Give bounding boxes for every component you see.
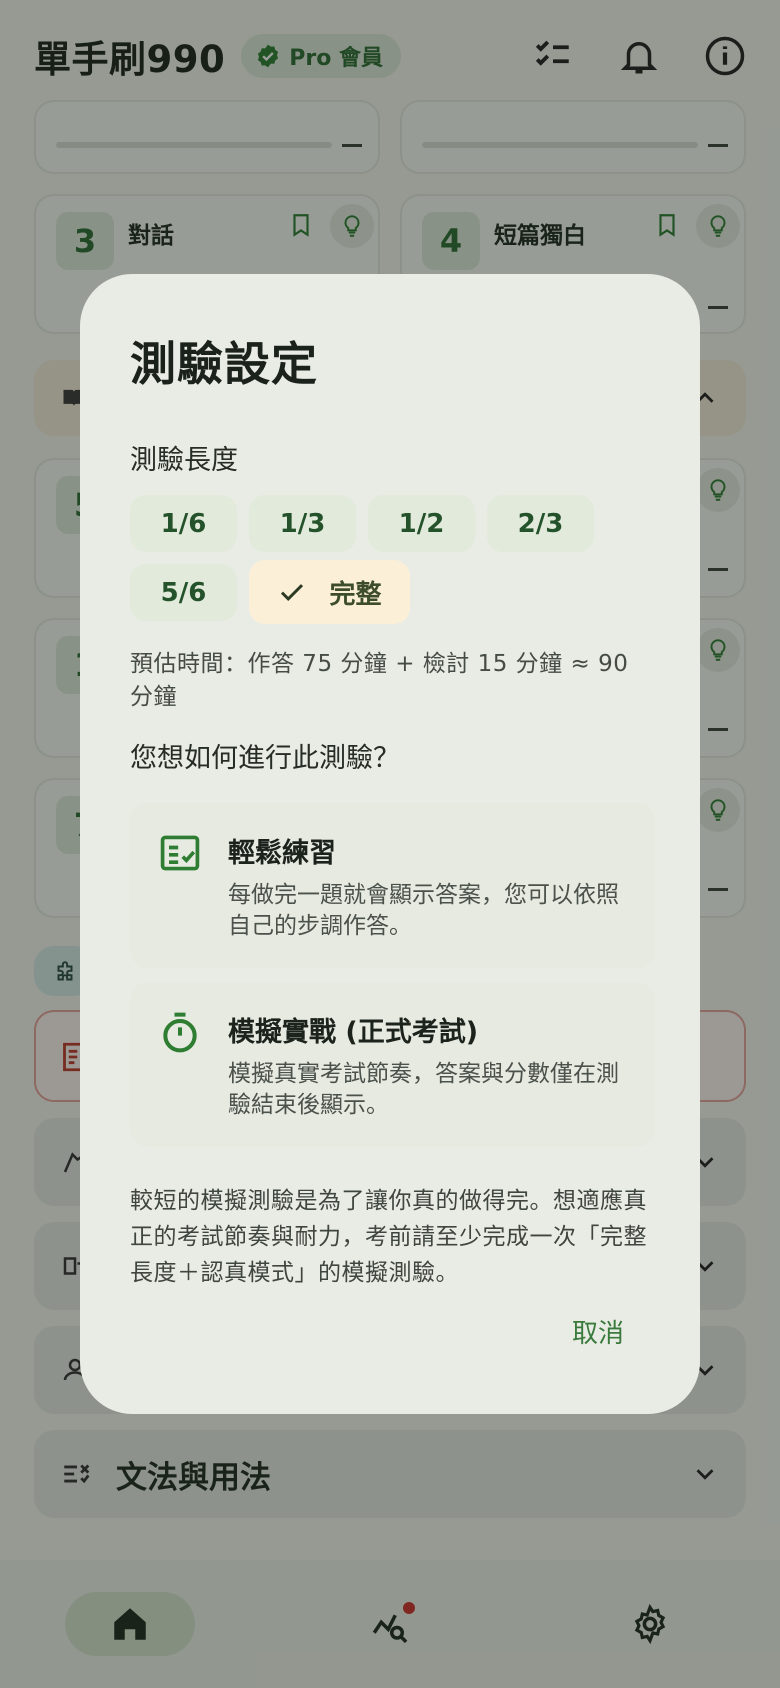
length-option-2-3[interactable]: 2/3 (487, 495, 594, 552)
length-option-full[interactable]: 完整 (249, 560, 410, 624)
mode-question: 您想如何進行此測驗？ (130, 743, 400, 774)
cancel-button[interactable]: 取消 (572, 1313, 624, 1350)
mode-practice-option[interactable]: 輕鬆練習 每做完一題就會顯示答案，您可以依照自己的步調作答。 (130, 803, 655, 968)
length-option-1-3[interactable]: 1/3 (249, 495, 356, 552)
quiz-settings-dialog: 測驗設定 測驗長度 1/6 1/3 1/2 2/3 5/6 完整 預估時間：作答… (80, 274, 700, 1414)
dialog-note: 較短的模擬測驗是為了讓你真的做得完。想適應真正的考試節奏與耐力，考前請至少完成一… (130, 1188, 647, 1286)
length-label: 測驗長度 (130, 445, 238, 476)
timer-icon (158, 1010, 202, 1121)
mode-exam-option[interactable]: 模擬實戰 (正式考試) 模擬真實考試節奏，答案與分數僅在測驗結束後顯示。 (130, 982, 655, 1147)
full-label: 完整 (329, 579, 382, 610)
estimated-time: 預估時間：作答 75 分鐘 + 檢討 15 分鐘 ≈ 90 分鐘 (130, 651, 629, 710)
check-icon (281, 584, 304, 601)
length-options: 1/6 1/3 1/2 2/3 5/6 完整 (130, 495, 650, 624)
mode-description: 每做完一題就會顯示答案，您可以依照自己的步調作答。 (228, 882, 619, 939)
length-option-5-6[interactable]: 5/6 (130, 564, 237, 621)
checklist-icon (158, 831, 202, 942)
length-option-1-2[interactable]: 1/2 (368, 495, 475, 552)
mode-title: 輕鬆練習 (228, 838, 336, 869)
dialog-title: 測驗設定 (130, 337, 318, 391)
mode-description: 模擬真實考試節奏，答案與分數僅在測驗結束後顯示。 (228, 1061, 619, 1118)
length-option-1-6[interactable]: 1/6 (130, 495, 237, 552)
mode-title: 模擬實戰 (正式考試) (228, 1017, 479, 1048)
